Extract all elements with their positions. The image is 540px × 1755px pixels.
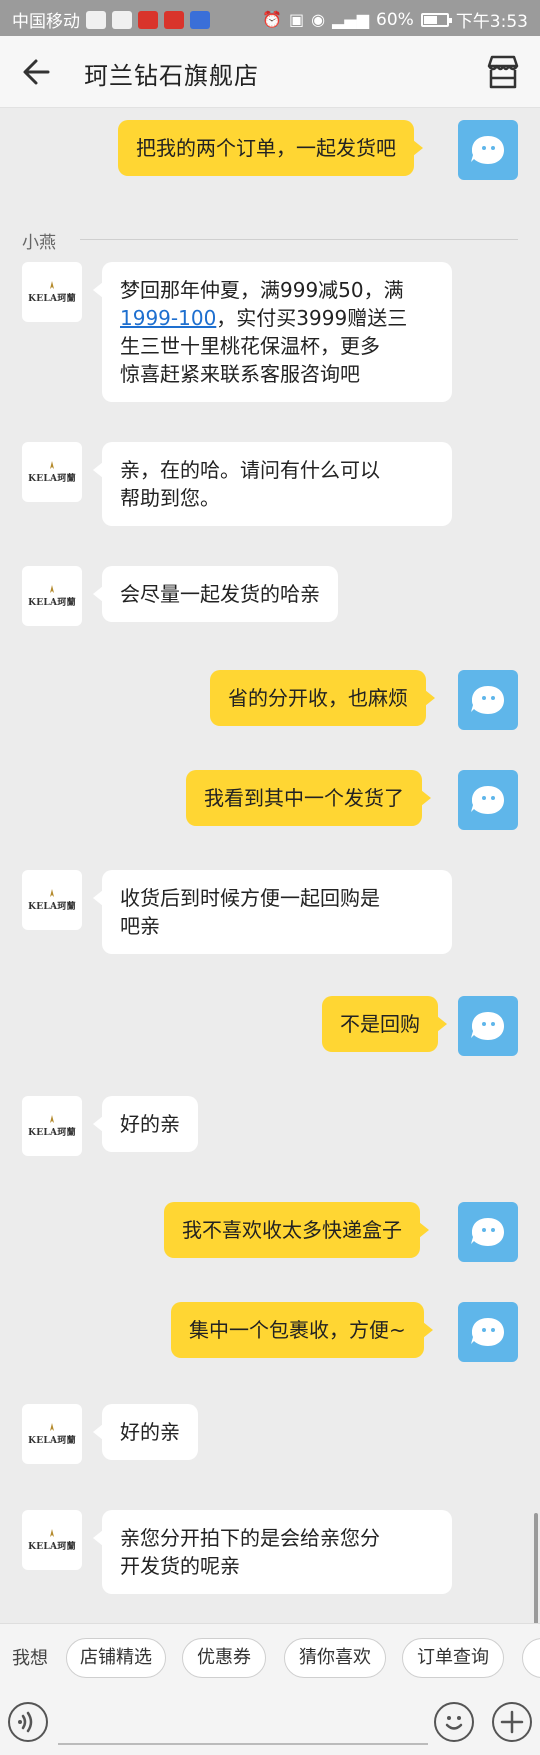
app-notification-icon: [112, 10, 132, 29]
shop-message-bubble: 亲您分开拍下的是会给亲您分 开发货的呢亲: [93, 1510, 452, 1594]
shop-message-bubble: 好的亲: [93, 1404, 198, 1460]
kela-logo-icon: [50, 584, 54, 593]
user-message-bubble: 把我的两个订单，一起发货吧: [118, 120, 423, 176]
user-avatar[interactable]: [458, 670, 518, 730]
shop-message-bubble: 会尽量一起发货的哈亲: [93, 566, 338, 622]
user-avatar[interactable]: [458, 1202, 518, 1262]
tieba-icon: [190, 10, 210, 29]
clock: 下午3:53: [455, 12, 528, 32]
briefcase-icon: [86, 10, 106, 29]
shop-avatar[interactable]: KELA珂蘭: [22, 1096, 82, 1156]
chip-order-query[interactable]: 订单查询: [402, 1638, 504, 1678]
chip-more[interactable]: [522, 1638, 540, 1678]
user-avatar[interactable]: [458, 770, 518, 830]
emoji-icon[interactable]: [434, 1702, 474, 1742]
kela-logo-icon: [50, 1422, 54, 1431]
kela-logo-icon: [50, 280, 54, 289]
shop-avatar[interactable]: KELA珂蘭: [22, 1510, 82, 1570]
chip-coupons[interactable]: 优惠券: [182, 1638, 266, 1678]
hd-icon: ▣: [289, 9, 305, 29]
plus-icon[interactable]: [492, 1702, 532, 1742]
user-avatar[interactable]: [458, 120, 518, 180]
message-list[interactable]: 把我的两个订单，一起发货吧 小燕 KELA珂蘭 梦回那年仲夏，满999减50，满…: [0, 108, 540, 1723]
weibo-icon: [164, 10, 184, 29]
status-bar: 中国移动 ⏰ ▣ ◉ ▂▄▆ 60% 下午3:53: [0, 0, 540, 36]
back-arrow-icon[interactable]: [18, 54, 58, 90]
kela-logo-icon: [50, 1528, 54, 1537]
user-message-bubble: 不是回购: [322, 996, 447, 1052]
kela-logo-icon: [50, 1114, 54, 1123]
page-title: 珂兰钻石旗舰店: [84, 62, 259, 90]
shop-avatar[interactable]: KELA珂蘭: [22, 1404, 82, 1464]
promo-link[interactable]: 1999-100: [120, 306, 216, 330]
user-avatar[interactable]: [458, 996, 518, 1056]
user-message-bubble: 集中一个包裹收，方便~: [171, 1302, 433, 1358]
chip-recommendations[interactable]: 猜你喜欢: [284, 1638, 386, 1678]
alarm-icon: ⏰: [262, 9, 282, 29]
quick-reply-label: 我想: [12, 1648, 48, 1669]
user-message-bubble: 省的分开收，也麻烦: [210, 670, 435, 726]
shop-avatar[interactable]: KELA珂蘭: [22, 262, 82, 322]
user-message-bubble: 我不喜欢收太多快递盒子: [164, 1202, 429, 1258]
battery-icon: [420, 12, 452, 27]
battery-percent: 60%: [376, 9, 414, 30]
signal-icon: ▂▄▆: [332, 9, 370, 29]
shop-message-bubble: 梦回那年仲夏，满999减50，满 1999-100，实付买3999赠送三 生三世…: [93, 262, 452, 402]
message-text: 梦回那年仲夏，满999减50，满: [120, 278, 404, 302]
store-icon[interactable]: [484, 54, 522, 90]
voice-icon[interactable]: [8, 1702, 48, 1742]
divider: [80, 239, 518, 240]
carrier-name: 中国移动: [12, 12, 80, 32]
chip-store-picks[interactable]: 店铺精选: [66, 1638, 166, 1678]
shop-avatar[interactable]: KELA珂蘭: [22, 442, 82, 502]
shop-avatar[interactable]: KELA珂蘭: [22, 870, 82, 930]
chat-screen: 中国移动 ⏰ ▣ ◉ ▂▄▆ 60% 下午3:53 珂兰钻石旗舰店 把我的两个订…: [0, 0, 540, 1755]
news-app-icon: [138, 10, 158, 29]
shop-message-bubble: 收货后到时候方便一起回购是 吧亲: [93, 870, 452, 954]
kela-logo-icon: [50, 888, 54, 897]
shop-message-bubble: 好的亲: [93, 1096, 198, 1152]
user-message-bubble: 我看到其中一个发货了: [186, 770, 431, 826]
quick-reply-bar: 我想 店铺精选 优惠券 猜你喜欢 订单查询: [0, 1623, 540, 1689]
message-input[interactable]: [58, 1699, 428, 1745]
kela-logo-icon: [50, 460, 54, 469]
chat-header: 珂兰钻石旗舰店: [0, 36, 540, 108]
input-bar: [0, 1689, 540, 1755]
user-avatar[interactable]: [458, 1302, 518, 1362]
eye-comfort-icon: ◉: [311, 9, 326, 29]
shop-avatar[interactable]: KELA珂蘭: [22, 566, 82, 626]
shop-message-bubble: 亲，在的哈。请问有什么可以 帮助到您。: [93, 442, 452, 526]
sender-label: 小燕: [22, 233, 56, 253]
